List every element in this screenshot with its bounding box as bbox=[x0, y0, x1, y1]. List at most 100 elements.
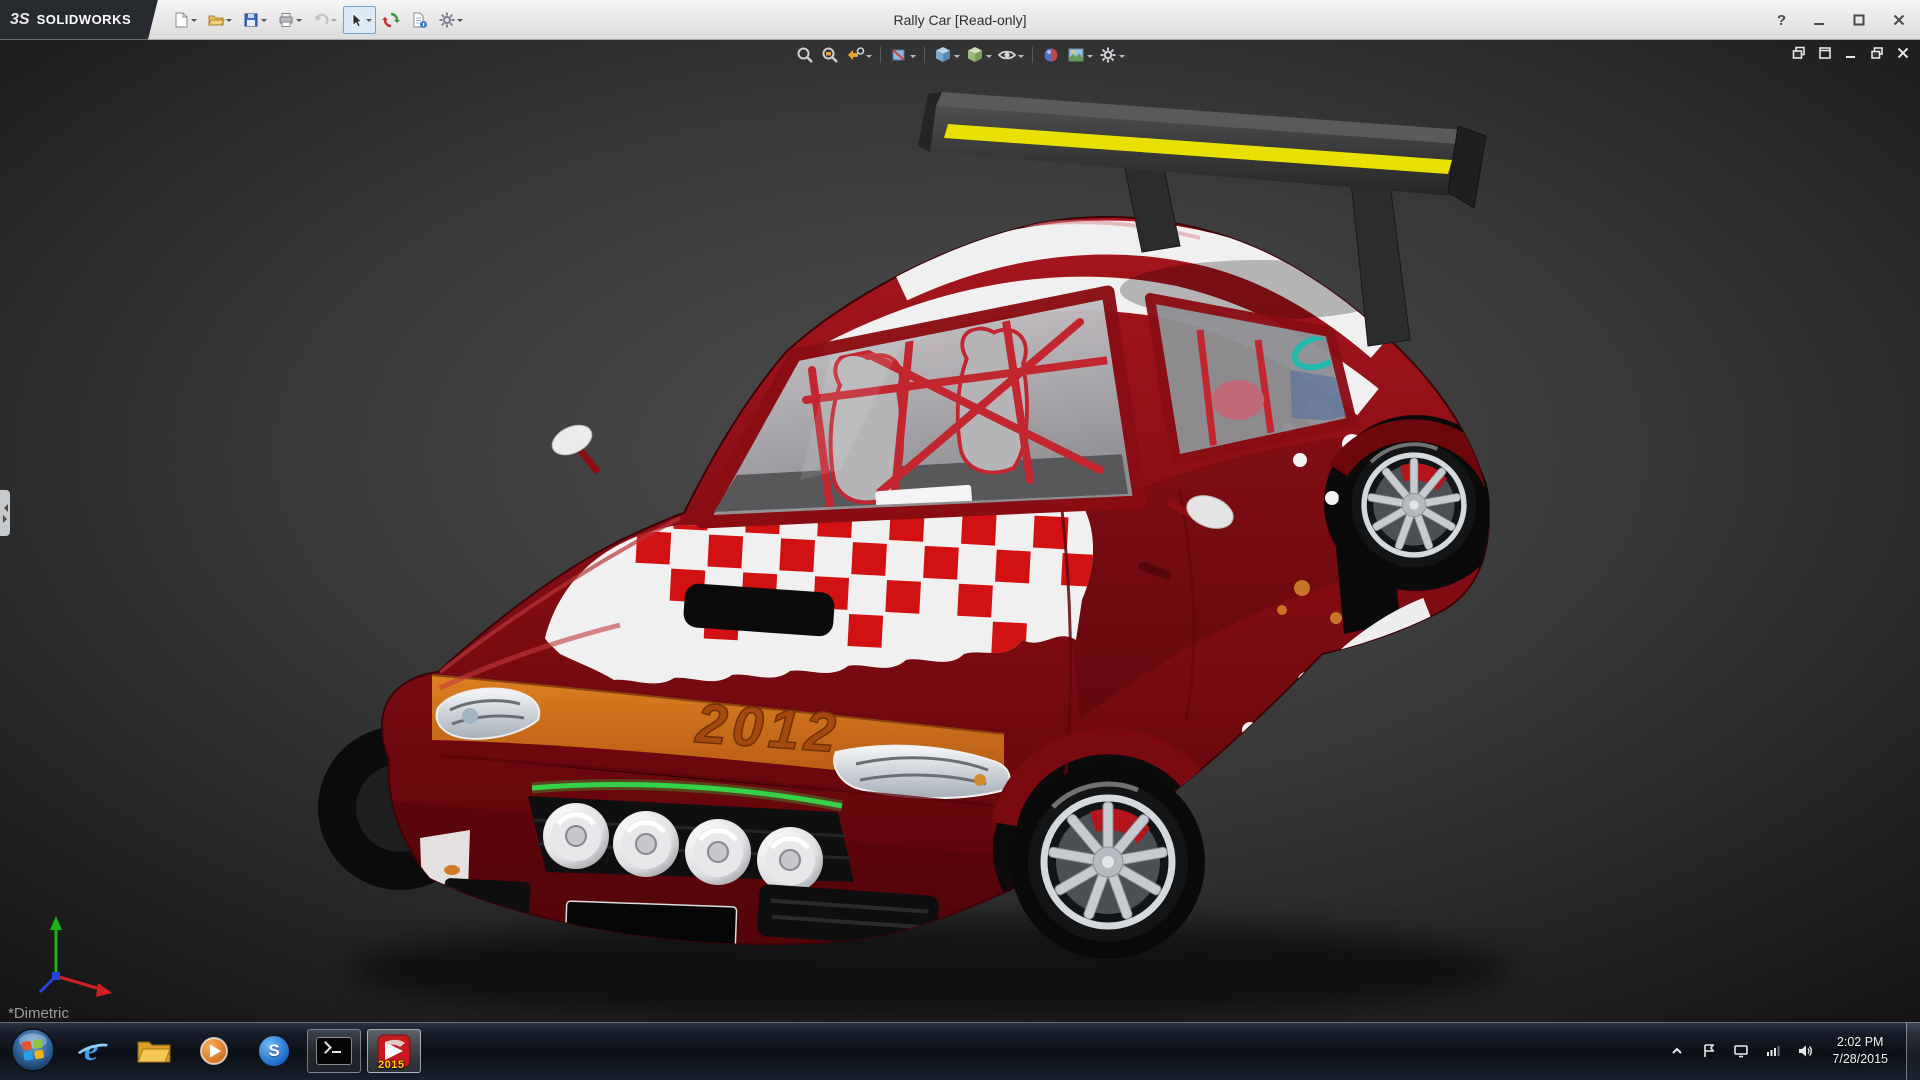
media-player-icon bbox=[198, 1035, 230, 1067]
maximize-button[interactable] bbox=[1844, 9, 1874, 31]
viewport-minimize-icon bbox=[1844, 46, 1858, 60]
scene-picture-icon bbox=[1066, 45, 1086, 65]
solidworks-taskbar-button[interactable]: 2015 bbox=[367, 1029, 421, 1073]
view-settings-gear-icon bbox=[1098, 45, 1118, 65]
dropdown-caret[interactable] bbox=[986, 55, 992, 61]
view-orientation-button[interactable] bbox=[932, 44, 961, 66]
minimize-button[interactable] bbox=[1804, 9, 1834, 31]
hide-show-items-button[interactable] bbox=[996, 44, 1025, 66]
clock-time: 2:02 PM bbox=[1832, 1034, 1888, 1051]
zoom-to-fit-button[interactable] bbox=[794, 44, 816, 66]
y-axis-icon bbox=[50, 916, 62, 930]
network-bars-icon bbox=[1765, 1043, 1781, 1059]
brand-text: SOLIDWORKS bbox=[37, 12, 132, 27]
x-axis-icon bbox=[96, 983, 112, 997]
expand-right-icon bbox=[3, 515, 11, 523]
new-document-button[interactable] bbox=[168, 6, 201, 34]
z-axis-icon bbox=[52, 972, 60, 980]
dropdown-caret[interactable] bbox=[191, 19, 197, 25]
windows-explorer-button[interactable] bbox=[127, 1029, 181, 1073]
dropdown-caret[interactable] bbox=[331, 19, 337, 25]
viewport-restore-button[interactable] bbox=[1792, 46, 1806, 60]
dropdown-caret[interactable] bbox=[296, 19, 302, 25]
eye-icon bbox=[997, 45, 1017, 65]
collapse-left-icon bbox=[0, 504, 8, 512]
display-settings-button[interactable] bbox=[1730, 1038, 1752, 1064]
zoom-to-area-button[interactable] bbox=[819, 44, 841, 66]
solidworks-logo: 3S SOLIDWORKS bbox=[0, 0, 158, 40]
car-shadow bbox=[350, 918, 1510, 1022]
edit-appearance-button[interactable] bbox=[1040, 44, 1062, 66]
select-button[interactable] bbox=[343, 6, 376, 34]
help-icon[interactable]: ? bbox=[1777, 12, 1786, 29]
dropdown-caret[interactable] bbox=[954, 55, 960, 61]
volume-button[interactable] bbox=[1794, 1038, 1816, 1064]
viewport-close-button[interactable] bbox=[1896, 46, 1910, 60]
rebuild-button[interactable] bbox=[378, 6, 404, 34]
taskbar-clock[interactable]: 2:02 PM 7/28/2015 bbox=[1832, 1034, 1888, 1068]
new-document-icon bbox=[172, 11, 190, 29]
dropdown-caret[interactable] bbox=[366, 19, 372, 25]
toolbar-separator bbox=[880, 47, 881, 63]
close-button[interactable] bbox=[1884, 9, 1914, 31]
viewport-maximize-button[interactable] bbox=[1870, 46, 1884, 60]
open-button[interactable] bbox=[203, 6, 236, 34]
year-decal[interactable]: 2012 bbox=[693, 691, 843, 764]
dropdown-caret[interactable] bbox=[261, 19, 267, 25]
display-style-icon bbox=[965, 45, 985, 65]
action-center-button[interactable] bbox=[1698, 1038, 1720, 1064]
apply-scene-button[interactable] bbox=[1065, 44, 1094, 66]
network-button[interactable] bbox=[1762, 1038, 1784, 1064]
undo-icon bbox=[312, 11, 330, 29]
view-settings-button[interactable] bbox=[1097, 44, 1126, 66]
dropdown-caret[interactable] bbox=[1119, 55, 1125, 61]
viewport-minimize-button[interactable] bbox=[1844, 46, 1858, 60]
file-properties-button[interactable] bbox=[406, 6, 432, 34]
window-controls: ? bbox=[1777, 0, 1914, 40]
previous-view-button[interactable] bbox=[844, 44, 873, 66]
save-button[interactable] bbox=[238, 6, 271, 34]
appearance-ball-icon bbox=[1041, 45, 1061, 65]
options-button[interactable] bbox=[434, 6, 467, 34]
dropdown-caret[interactable] bbox=[1018, 55, 1024, 61]
taskbar: e S bbox=[0, 1022, 1920, 1080]
media-player-button[interactable] bbox=[187, 1029, 241, 1073]
section-view-button[interactable] bbox=[888, 44, 917, 66]
dropdown-caret[interactable] bbox=[866, 55, 872, 61]
heads-up-toolbar bbox=[794, 44, 1126, 66]
minimize-icon bbox=[1813, 14, 1825, 26]
chevron-up-icon bbox=[1669, 1043, 1685, 1059]
solidworks-version-badge: 2015 bbox=[378, 1059, 404, 1071]
flag-icon bbox=[1701, 1043, 1717, 1059]
command-prompt-button[interactable] bbox=[307, 1029, 361, 1073]
front-right-wheel[interactable] bbox=[1011, 765, 1205, 959]
display-style-button[interactable] bbox=[964, 44, 993, 66]
skype-button[interactable]: S bbox=[247, 1029, 301, 1073]
dropdown-caret[interactable] bbox=[910, 55, 916, 61]
print-button[interactable] bbox=[273, 6, 306, 34]
panel-splitter[interactable] bbox=[0, 490, 10, 536]
open-folder-icon bbox=[207, 11, 225, 29]
maximize-icon bbox=[1853, 14, 1865, 26]
viewport-maximize-icon bbox=[1870, 46, 1884, 60]
system-tray: 2:02 PM 7/28/2015 bbox=[1666, 1022, 1920, 1080]
dropdown-caret[interactable] bbox=[1087, 55, 1093, 61]
undo-button[interactable] bbox=[308, 6, 341, 34]
dropdown-caret[interactable] bbox=[226, 19, 232, 25]
viewport-float-button[interactable] bbox=[1818, 46, 1832, 60]
dropdown-caret[interactable] bbox=[457, 19, 463, 25]
3d-scene[interactable]: 2012 bbox=[0, 40, 1920, 1022]
graphics-area[interactable]: 2012 bbox=[0, 40, 1920, 1022]
toolbar-separator bbox=[1032, 47, 1033, 63]
main-toolbar bbox=[168, 6, 467, 34]
print-icon bbox=[277, 11, 295, 29]
hidden-icons-button[interactable] bbox=[1666, 1038, 1688, 1064]
skype-icon: S bbox=[259, 1036, 289, 1066]
rebuild-icon bbox=[382, 11, 400, 29]
speaker-icon bbox=[1797, 1043, 1813, 1059]
internet-explorer-button[interactable]: e bbox=[67, 1029, 121, 1073]
solidworks-app-icon: 2015 bbox=[376, 1033, 412, 1069]
save-icon bbox=[242, 11, 260, 29]
start-button[interactable] bbox=[8, 1026, 58, 1076]
show-desktop-button[interactable] bbox=[1906, 1022, 1920, 1080]
